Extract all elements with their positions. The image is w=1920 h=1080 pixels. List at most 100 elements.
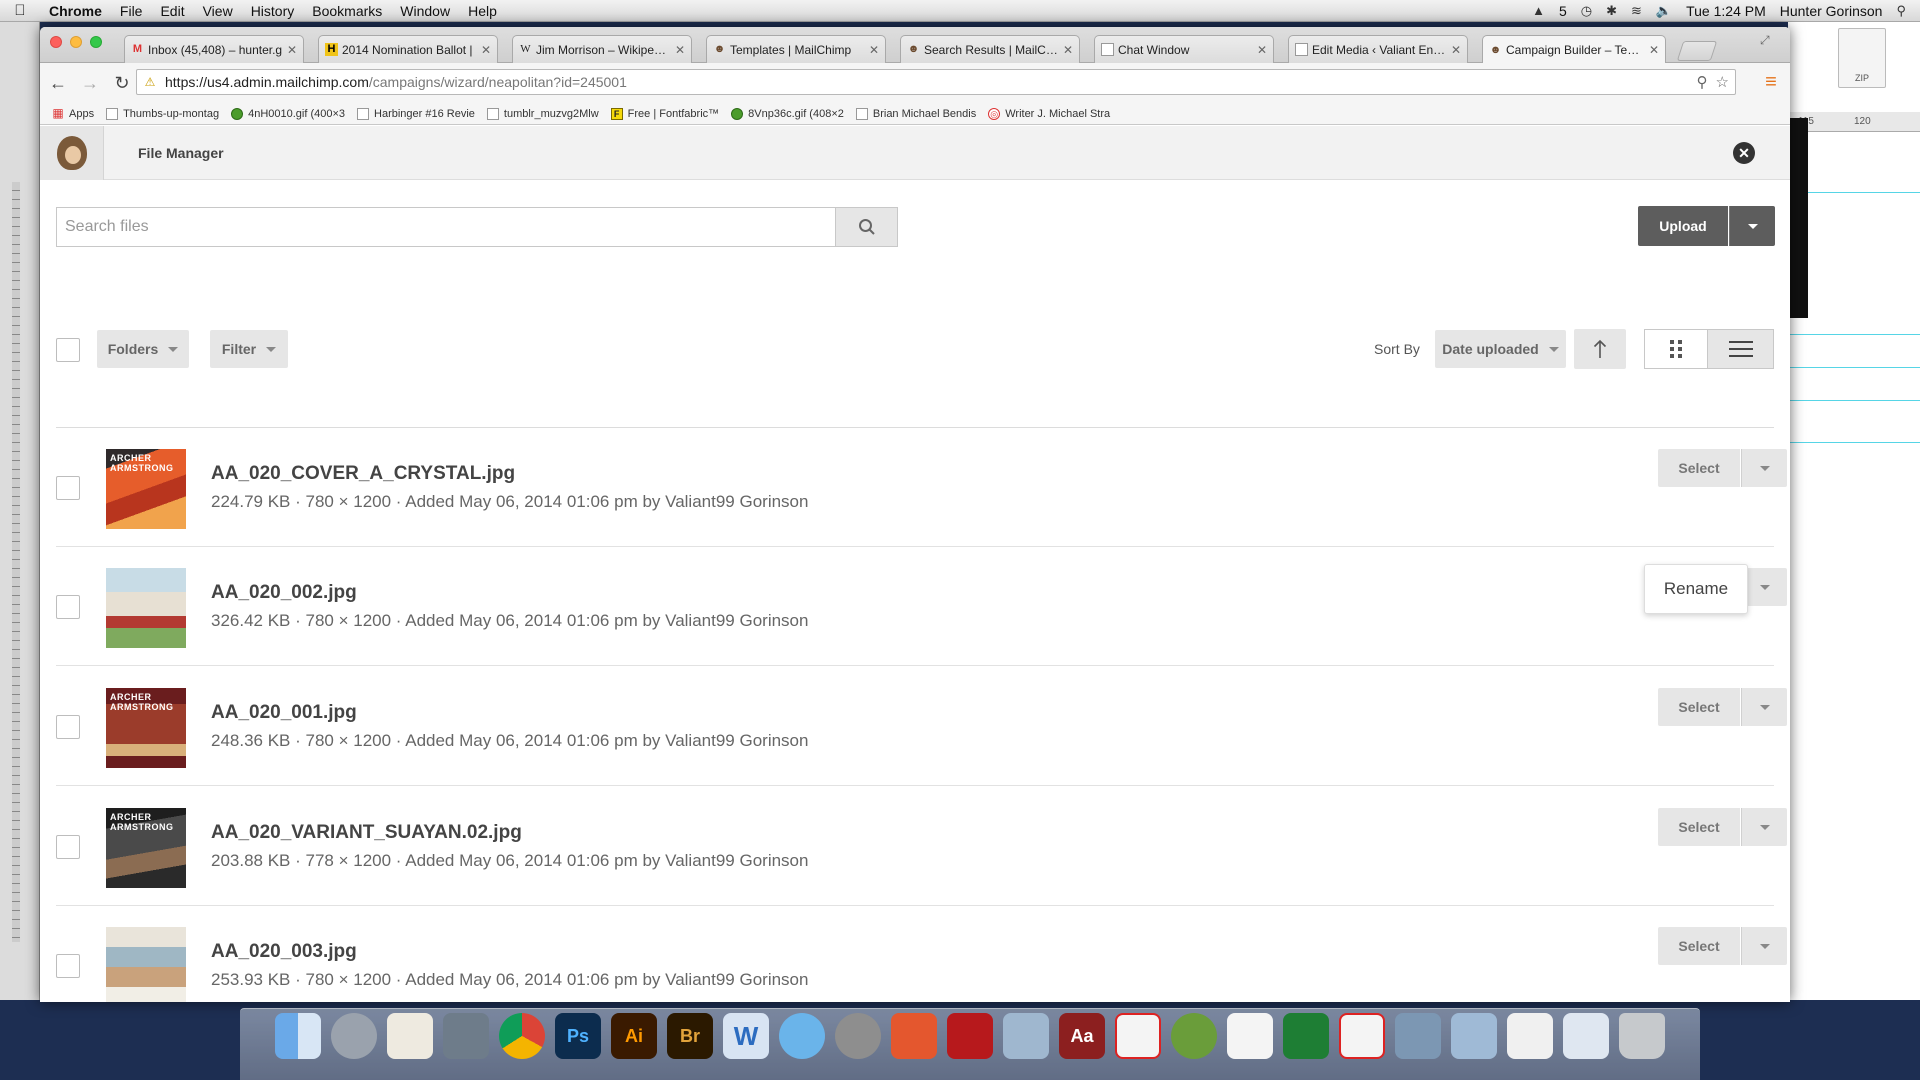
menu-help[interactable]: Help <box>459 3 506 19</box>
finder-icon[interactable] <box>275 1013 321 1059</box>
downloads-folder-icon[interactable] <box>1451 1013 1497 1059</box>
spotlight-icon[interactable]: ⚲ <box>1896 3 1906 19</box>
bookmark-item[interactable]: Brian Michael Bendis <box>855 107 976 120</box>
file-thumbnail[interactable]: ARCHER ARMSTRONG <box>106 688 186 768</box>
tab-close-icon[interactable]: ✕ <box>675 43 685 57</box>
illustrator-icon[interactable]: Ai <box>611 1013 657 1059</box>
tab-chat-window[interactable]: Chat Window ✕ <box>1094 35 1274 63</box>
file-name[interactable]: AA_020_001.jpg <box>211 702 357 724</box>
reload-icon[interactable]: ↻ <box>108 69 136 97</box>
chrome-icon[interactable] <box>499 1013 545 1059</box>
tab-templates-mailchimp[interactable]: ☻ Templates | MailChimp ✕ <box>706 35 886 63</box>
address-bar[interactable]: ⚠ https://us4.admin.mailchimp.com/campai… <box>136 69 1736 95</box>
tab-campaign-builder[interactable]: ☻ Campaign Builder – Templ ✕ <box>1482 35 1666 64</box>
tab-gmail[interactable]: M Inbox (45,408) – hunter.g ✕ <box>124 35 304 63</box>
select-dropdown-button[interactable] <box>1741 688 1787 726</box>
back-arrow-icon[interactable]: ← <box>44 69 72 97</box>
file-thumbnail[interactable] <box>106 568 186 648</box>
select-button[interactable]: Select <box>1658 927 1740 965</box>
mailchimp-logo-icon[interactable] <box>40 126 104 180</box>
menu-edit[interactable]: Edit <box>151 3 193 19</box>
file-thumbnail[interactable]: ARCHER ARMSTRONG <box>106 449 186 529</box>
tab-close-icon[interactable]: ✕ <box>1451 43 1461 57</box>
file-checkbox[interactable] <box>56 954 80 978</box>
file-name[interactable]: AA_020_002.jpg <box>211 582 357 604</box>
filezilla-icon[interactable] <box>947 1013 993 1059</box>
select-dropdown-button[interactable] <box>1741 808 1787 846</box>
bookmark-apps[interactable]: ▦ Apps <box>52 107 94 120</box>
tab-nomination-ballot[interactable]: H 2014 Nomination Ballot | ✕ <box>318 35 498 63</box>
close-icon[interactable]: ✕ <box>1733 142 1755 164</box>
bookmark-item[interactable]: F Free | Fontfabric™ <box>610 107 719 120</box>
forward-arrow-icon[interactable]: → <box>76 69 104 97</box>
textedit-icon[interactable] <box>387 1013 433 1059</box>
warning-lock-icon[interactable]: ⚠ <box>141 75 159 89</box>
file-name[interactable]: AA_020_VARIANT_SUAYAN.02.jpg <box>211 822 522 844</box>
grab-icon[interactable] <box>1171 1013 1217 1059</box>
tab-close-icon[interactable]: ✕ <box>1649 43 1659 57</box>
mail-icon[interactable] <box>1003 1013 1049 1059</box>
tab-close-icon[interactable]: ✕ <box>287 43 297 57</box>
bridge-icon[interactable]: Br <box>667 1013 713 1059</box>
search-input[interactable] <box>57 208 835 246</box>
menubar-clock[interactable]: Tue 1:24 PM <box>1686 3 1766 19</box>
file-checkbox[interactable] <box>56 835 80 859</box>
file-thumbnail[interactable]: ARCHER ARMSTRONG <box>106 808 186 888</box>
trash-icon[interactable] <box>1619 1013 1665 1059</box>
dictionary-icon[interactable]: Aa <box>1059 1013 1105 1059</box>
file-row[interactable]: AA_020_002.jpg 326.42 KB · 780 × 1200 · … <box>56 547 1787 666</box>
itunes-icon[interactable] <box>779 1013 825 1059</box>
select-button[interactable]: Select <box>1658 688 1740 726</box>
file-name[interactable]: AA_020_COVER_A_CRYSTAL.jpg <box>211 463 515 485</box>
grid-view-button[interactable] <box>1644 329 1708 369</box>
volume-icon[interactable]: 🔈 <box>1656 3 1672 19</box>
acrobat-icon[interactable] <box>1115 1013 1161 1059</box>
file-checkbox[interactable] <box>56 476 80 500</box>
powerpoint-icon[interactable] <box>891 1013 937 1059</box>
file-thumbnail[interactable] <box>106 927 186 1002</box>
bookmark-item[interactable]: 4nH0010.gif (400×3 <box>231 107 345 120</box>
calendar-icon[interactable] <box>1227 1013 1273 1059</box>
tab-close-icon[interactable]: ✕ <box>869 43 879 57</box>
bookmark-item[interactable]: tumblr_muzvg2Mlw <box>486 107 599 120</box>
tab-search-results-mailchimp[interactable]: ☻ Search Results | MailChim ✕ <box>900 35 1080 63</box>
upload-dropdown-button[interactable] <box>1729 206 1775 246</box>
window-zoom-button[interactable] <box>90 36 102 48</box>
filter-dropdown[interactable]: Filter <box>210 330 288 368</box>
menu-history[interactable]: History <box>242 3 304 19</box>
menu-bookmarks[interactable]: Bookmarks <box>303 3 391 19</box>
menu-window[interactable]: Window <box>391 3 459 19</box>
select-dropdown-button[interactable] <box>1741 927 1787 965</box>
wifi-icon[interactable]: ≋ <box>1631 3 1642 19</box>
new-tab-button[interactable] <box>1676 41 1718 61</box>
preview-icon[interactable] <box>443 1013 489 1059</box>
adobe-status-icon[interactable]: ▲ <box>1532 3 1545 18</box>
file-checkbox[interactable] <box>56 715 80 739</box>
bookmark-item[interactable]: Thumbs-up-montag <box>106 107 219 120</box>
iphoto-icon[interactable] <box>1395 1013 1441 1059</box>
search-button[interactable] <box>835 208 897 246</box>
bookmark-item[interactable]: Harbinger #16 Revie <box>357 107 475 120</box>
launchpad-icon[interactable] <box>331 1013 377 1059</box>
tab-close-icon[interactable]: ✕ <box>1257 43 1267 57</box>
upload-button[interactable]: Upload <box>1638 206 1728 246</box>
tab-wikipedia[interactable]: W Jim Morrison – Wikipedia, ✕ <box>512 35 692 63</box>
list-view-button[interactable] <box>1708 329 1774 369</box>
bookmark-item[interactable]: ◎ Writer J. Michael Stra <box>988 107 1110 120</box>
file-checkbox[interactable] <box>56 595 80 619</box>
window-close-button[interactable] <box>50 36 62 48</box>
bookmark-star-icon[interactable]: ☆ <box>1716 73 1729 91</box>
document-icon[interactable] <box>1507 1013 1553 1059</box>
bookmark-item[interactable]: 8Vnp36c.gif (408×2 <box>731 107 844 120</box>
time-machine-icon[interactable]: ◷ <box>1581 3 1592 19</box>
select-dropdown-button[interactable] <box>1741 449 1787 487</box>
menu-file[interactable]: File <box>111 3 152 19</box>
select-button[interactable]: Select <box>1658 449 1740 487</box>
sort-direction-button[interactable] <box>1574 329 1626 369</box>
file-row[interactable]: ARCHER ARMSTRONG AA_020_VARIANT_SUAYAN.0… <box>56 787 1787 906</box>
system-preferences-icon[interactable] <box>835 1013 881 1059</box>
file-row[interactable]: ARCHER ARMSTRONG AA_020_COVER_A_CRYSTAL.… <box>56 428 1787 547</box>
file-row[interactable]: ARCHER ARMSTRONG AA_020_001.jpg 248.36 K… <box>56 667 1787 786</box>
tab-edit-media[interactable]: Edit Media ‹ Valiant Enterta ✕ <box>1288 35 1468 63</box>
acrobat-pro-icon[interactable] <box>1339 1013 1385 1059</box>
